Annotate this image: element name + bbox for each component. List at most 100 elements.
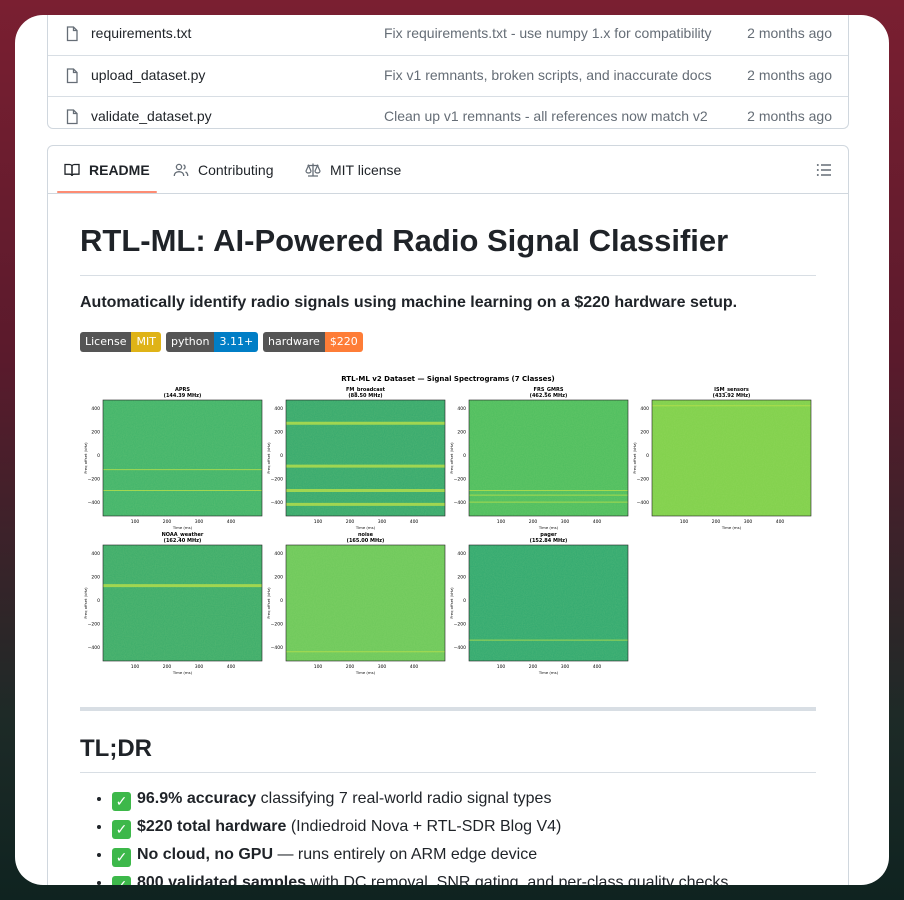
divider: [80, 275, 816, 276]
y-tick-label: −200: [88, 622, 100, 628]
file-list: requirements.txt Fix requirements.txt - …: [47, 15, 849, 129]
panel-frequency: (144.39 MHz): [164, 393, 202, 399]
file-icon: [66, 109, 78, 125]
hardware-badge[interactable]: hardware $220: [263, 332, 363, 352]
y-tick-label: 200: [91, 575, 100, 581]
y-tick-label: −400: [88, 645, 100, 651]
section-divider: [80, 707, 816, 711]
y-tick-label: −400: [271, 645, 283, 651]
x-tick-label: 300: [744, 519, 753, 525]
x-tick-label: 200: [346, 519, 355, 525]
y-tick-label: 0: [280, 598, 283, 604]
spectrogram-texture: [103, 545, 262, 661]
item-text: (Indiedroid Nova + RTL-SDR Blog V4): [286, 818, 562, 835]
divider: [80, 772, 816, 773]
x-tick-label: 100: [131, 664, 140, 670]
tldr-list: ✓ 96.9% accuracy classifying 7 real-world…: [80, 785, 816, 885]
spectrogram-texture: [286, 545, 445, 661]
y-tick-label: −200: [271, 477, 283, 483]
tab-license[interactable]: MIT license: [305, 146, 415, 193]
x-axis-label: Time (ms): [355, 670, 376, 675]
y-tick-label: 400: [274, 406, 283, 412]
readme-panel: README Contributing MIT license RTL-ML: …: [47, 145, 849, 885]
people-icon: [173, 163, 189, 177]
commit-message[interactable]: Fix requirements.txt - use numpy 1.x for…: [384, 25, 716, 41]
list-icon[interactable]: [816, 162, 832, 178]
commit-time: 2 months ago: [747, 25, 832, 41]
badge-value: $220: [324, 332, 363, 352]
badge-value: 3.11+: [214, 332, 259, 352]
spectrogram-texture: [286, 400, 445, 516]
file-name[interactable]: upload_dataset.py: [91, 67, 205, 83]
x-tick-label: 200: [163, 664, 172, 670]
list-item: ✓ No cloud, no GPU — runs entirely on ARM…: [112, 841, 816, 869]
y-tick-label: −400: [454, 500, 466, 506]
badge-label: hardware: [263, 332, 325, 352]
spectrogram-texture: [469, 545, 628, 661]
tab-contributing[interactable]: Contributing: [173, 146, 283, 193]
y-tick-label: 0: [646, 453, 649, 459]
y-tick-label: 0: [463, 453, 466, 459]
file-icon: [66, 68, 78, 84]
file-name[interactable]: requirements.txt: [91, 25, 191, 41]
file-row[interactable]: requirements.txt Fix requirements.txt - …: [48, 15, 848, 55]
panel-frequency: (433.92 MHz): [713, 393, 751, 399]
badge-label: License: [80, 332, 132, 352]
y-tick-label: −200: [88, 477, 100, 483]
y-axis-label: Freq offset (kHz): [449, 587, 454, 619]
x-tick-label: 100: [497, 519, 506, 525]
x-axis-label: Time (ms): [355, 525, 376, 530]
x-tick-label: 200: [529, 664, 538, 670]
item-bold: $220 total hardware: [137, 818, 287, 835]
y-tick-label: 200: [274, 575, 283, 581]
y-tick-label: −400: [88, 500, 100, 506]
file-row[interactable]: upload_dataset.py Fix v1 remnants, broke…: [48, 55, 848, 97]
commit-message[interactable]: Fix v1 remnants, broken scripts, and ina…: [384, 67, 716, 83]
y-tick-label: 400: [91, 406, 100, 412]
x-axis-label: Time (ms): [172, 670, 193, 675]
y-tick-label: −200: [637, 477, 649, 483]
y-tick-label: −200: [271, 622, 283, 628]
x-tick-label: 300: [378, 519, 387, 525]
active-tab-indicator: [57, 191, 157, 193]
badge-value: MIT: [131, 332, 161, 352]
y-tick-label: 200: [457, 430, 466, 436]
panel-frequency: (462.56 MHz): [530, 393, 568, 399]
check-icon: ✓: [112, 876, 131, 885]
x-tick-label: 200: [712, 519, 721, 525]
license-badge[interactable]: License MIT: [80, 332, 161, 352]
x-tick-label: 400: [227, 664, 236, 670]
commit-time: 2 months ago: [747, 108, 832, 124]
x-tick-label: 300: [561, 519, 570, 525]
panel-frequency: (165.00 MHz): [347, 538, 385, 544]
item-bold: 800 validated samples: [137, 874, 306, 885]
y-tick-label: 0: [280, 453, 283, 459]
item-bold: No cloud, no GPU: [137, 846, 273, 863]
file-row[interactable]: validate_dataset.py Clean up v1 remnants…: [48, 96, 848, 138]
y-axis-label: Freq offset (kHz): [266, 442, 271, 474]
tab-label: README: [89, 162, 150, 178]
x-axis-label: Time (ms): [538, 670, 559, 675]
file-name[interactable]: validate_dataset.py: [91, 108, 212, 124]
x-tick-label: 300: [195, 664, 204, 670]
y-tick-label: 0: [97, 598, 100, 604]
spectrogram-texture: [469, 400, 628, 516]
y-tick-label: 0: [97, 453, 100, 459]
x-axis-label: Time (ms): [172, 525, 193, 530]
badge-label: python: [166, 332, 215, 352]
tab-readme[interactable]: README: [64, 146, 159, 193]
page-title: RTL-ML: AI-Powered Radio Signal Classifi…: [80, 223, 729, 258]
commit-message[interactable]: Clean up v1 remnants - all references no…: [384, 108, 716, 124]
screenshot-card: requirements.txt Fix requirements.txt - …: [15, 15, 889, 885]
spectrogram-figure: RTL-ML v2 Dataset — Signal Spectrograms …: [83, 375, 812, 675]
y-tick-label: −200: [454, 622, 466, 628]
tab-label: MIT license: [330, 162, 402, 178]
list-item: ✓ $220 total hardware (Indiedroid Nova + …: [112, 813, 816, 841]
x-tick-label: 300: [378, 664, 387, 670]
y-tick-label: 400: [640, 406, 649, 412]
x-tick-label: 100: [314, 519, 323, 525]
list-item: ✓ 96.9% accuracy classifying 7 real-world…: [112, 785, 816, 813]
python-badge[interactable]: python 3.11+: [166, 332, 259, 352]
tldr-heading: TL;DR: [80, 735, 152, 762]
y-axis-label: Freq offset (kHz): [83, 587, 88, 619]
